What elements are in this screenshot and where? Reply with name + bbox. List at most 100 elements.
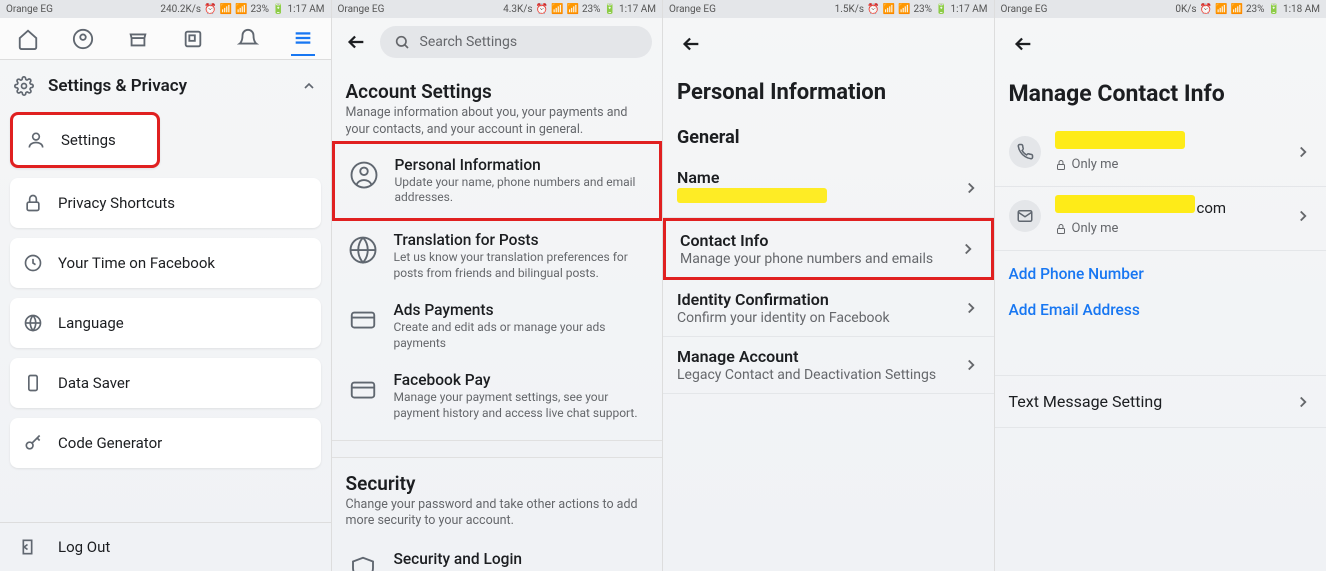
signal-icon: 📶 xyxy=(566,4,578,15)
chevron-right-icon xyxy=(962,299,980,317)
personal-info-sub: Update your name, phone numbers and emai… xyxy=(395,175,648,206)
manage-account-sub: Legacy Contact and Deactivation Settings xyxy=(677,367,962,383)
battery-pct: 23% xyxy=(1246,4,1265,15)
chevron-right-icon xyxy=(1294,207,1312,225)
personal-info-item[interactable]: Personal Information Update your name, p… xyxy=(332,141,663,221)
translation-item[interactable]: Translation for Posts Let us know your t… xyxy=(332,221,663,291)
security-sub: Change your password and take other acti… xyxy=(332,497,663,541)
card-icon xyxy=(346,373,380,407)
redacted-icon xyxy=(677,188,827,203)
status-bar: Orange EG 0K/s ⏰ 📶 📶 23% 🔋 1:18 AM xyxy=(995,0,1326,18)
person-icon xyxy=(25,129,47,151)
clock-label: 1:17 AM xyxy=(619,4,656,15)
chevron-right-icon xyxy=(962,179,980,197)
alarm-icon: ⏰ xyxy=(536,4,548,15)
wifi-icon: 📶 xyxy=(551,4,563,15)
feeds-icon[interactable] xyxy=(181,27,205,51)
ads-payments-sub: Create and edit ads or manage your ads p… xyxy=(394,320,649,351)
name-item[interactable]: Name xyxy=(663,158,994,218)
battery-icon: 🔋 xyxy=(604,4,616,15)
general-header: General xyxy=(663,127,994,158)
signal-icon: 📶 xyxy=(235,4,247,15)
text-setting-label: Text Message Setting xyxy=(1009,392,1163,411)
email-icon xyxy=(1009,200,1041,232)
privacy-label: Only me xyxy=(1072,221,1119,236)
contact-info-sub: Manage your phone numbers and emails xyxy=(680,251,959,267)
code-generator-item[interactable]: Code Generator xyxy=(10,418,321,468)
chevron-right-icon xyxy=(962,356,980,374)
translation-sub: Let us know your translation preferences… xyxy=(394,250,649,281)
translation-title: Translation for Posts xyxy=(394,231,649,249)
language-item[interactable]: Language xyxy=(10,298,321,348)
net-speed: 4.3K/s xyxy=(503,4,532,15)
manage-account-label: Manage Account xyxy=(677,347,962,366)
code-generator-label: Code Generator xyxy=(58,434,162,452)
back-button[interactable] xyxy=(677,30,705,58)
contact-info-item[interactable]: Contact Info Manage your phone numbers a… xyxy=(663,218,994,280)
phone-entry[interactable]: Only me xyxy=(995,123,1326,187)
personal-info-title: Personal Information xyxy=(395,156,648,174)
search-input[interactable]: Search Settings xyxy=(380,26,653,58)
signal-icon: 📶 xyxy=(1230,4,1242,15)
globe-icon xyxy=(22,312,44,334)
ads-payments-item[interactable]: Ads Payments Create and edit ads or mana… xyxy=(332,291,663,361)
net-speed: 1.5K/s xyxy=(835,4,864,15)
name-label: Name xyxy=(677,168,962,187)
settings-item[interactable]: Settings xyxy=(10,112,160,168)
gear-icon xyxy=(14,76,34,96)
settings-privacy-header[interactable]: Settings & Privacy xyxy=(0,60,331,112)
identity-sub: Confirm your identity on Facebook xyxy=(677,310,962,326)
panel-manage-contact: Orange EG 0K/s ⏰ 📶 📶 23% 🔋 1:18 AM Manag… xyxy=(995,0,1326,571)
language-label: Language xyxy=(58,314,124,332)
identity-confirmation-item[interactable]: Identity Confirmation Confirm your ident… xyxy=(663,280,994,337)
redacted-icon xyxy=(1055,131,1185,149)
security-login-item[interactable]: Security and Login Change your password … xyxy=(332,540,663,571)
battery-icon: 🔋 xyxy=(1268,4,1280,15)
time-facebook-item[interactable]: Your Time on Facebook xyxy=(10,238,321,288)
add-email-link[interactable]: Add Email Address xyxy=(995,297,1326,333)
logout-label: Log Out xyxy=(58,538,110,556)
manage-account-item[interactable]: Manage Account Legacy Contact and Deacti… xyxy=(663,337,994,394)
marketplace-icon[interactable] xyxy=(126,27,150,51)
divider xyxy=(332,440,663,458)
notifications-icon[interactable] xyxy=(236,27,260,51)
card-icon xyxy=(346,303,380,337)
battery-icon: 🔋 xyxy=(935,4,947,15)
clock-label: 1:17 AM xyxy=(287,4,324,15)
settings-label: Settings xyxy=(61,131,116,149)
text-message-setting[interactable]: Text Message Setting xyxy=(995,375,1326,428)
privacy-label: Only me xyxy=(1072,157,1119,172)
account-settings-title: Account Settings xyxy=(332,66,663,105)
settings-privacy-label: Settings & Privacy xyxy=(48,76,187,96)
status-bar: Orange EG 1.5K/s ⏰ 📶 📶 23% 🔋 1:17 AM xyxy=(663,0,994,18)
home-icon[interactable] xyxy=(16,27,40,51)
chevron-right-icon xyxy=(1294,143,1312,161)
menu-icon[interactable] xyxy=(291,32,315,56)
add-phone-link[interactable]: Add Phone Number xyxy=(995,251,1326,297)
back-button[interactable] xyxy=(342,28,370,56)
phone-icon xyxy=(1009,136,1041,168)
facebook-pay-item[interactable]: Facebook Pay Manage your payment setting… xyxy=(332,361,663,431)
ads-payments-title: Ads Payments xyxy=(394,301,649,319)
status-bar: Orange EG 4.3K/s ⏰ 📶 📶 23% 🔋 1:17 AM xyxy=(332,0,663,18)
battery-icon: 🔋 xyxy=(272,4,284,15)
friends-icon[interactable] xyxy=(71,27,95,51)
panel-settings-menu: Orange EG 240.2K/s ⏰ 📶 📶 23% 🔋 1:17 AM S… xyxy=(0,0,332,571)
clock-icon xyxy=(22,252,44,274)
net-speed: 0K/s xyxy=(1175,4,1196,15)
data-saver-label: Data Saver xyxy=(58,374,130,392)
alarm-icon: ⏰ xyxy=(867,4,879,15)
wifi-icon: 📶 xyxy=(220,4,232,15)
signal-icon: 📶 xyxy=(898,4,910,15)
back-button[interactable] xyxy=(1009,30,1037,58)
lock-icon xyxy=(1055,223,1067,235)
carrier-label: Orange EG xyxy=(6,4,53,15)
email-entry[interactable]: com Only me xyxy=(995,187,1326,251)
search-icon xyxy=(394,34,410,50)
privacy-shortcuts-item[interactable]: Privacy Shortcuts xyxy=(10,178,321,228)
logout-item[interactable]: Log Out xyxy=(0,522,331,571)
data-saver-item[interactable]: Data Saver xyxy=(10,358,321,408)
phone-icon xyxy=(22,372,44,394)
shield-icon xyxy=(346,552,380,571)
net-speed: 240.2K/s xyxy=(160,4,201,15)
